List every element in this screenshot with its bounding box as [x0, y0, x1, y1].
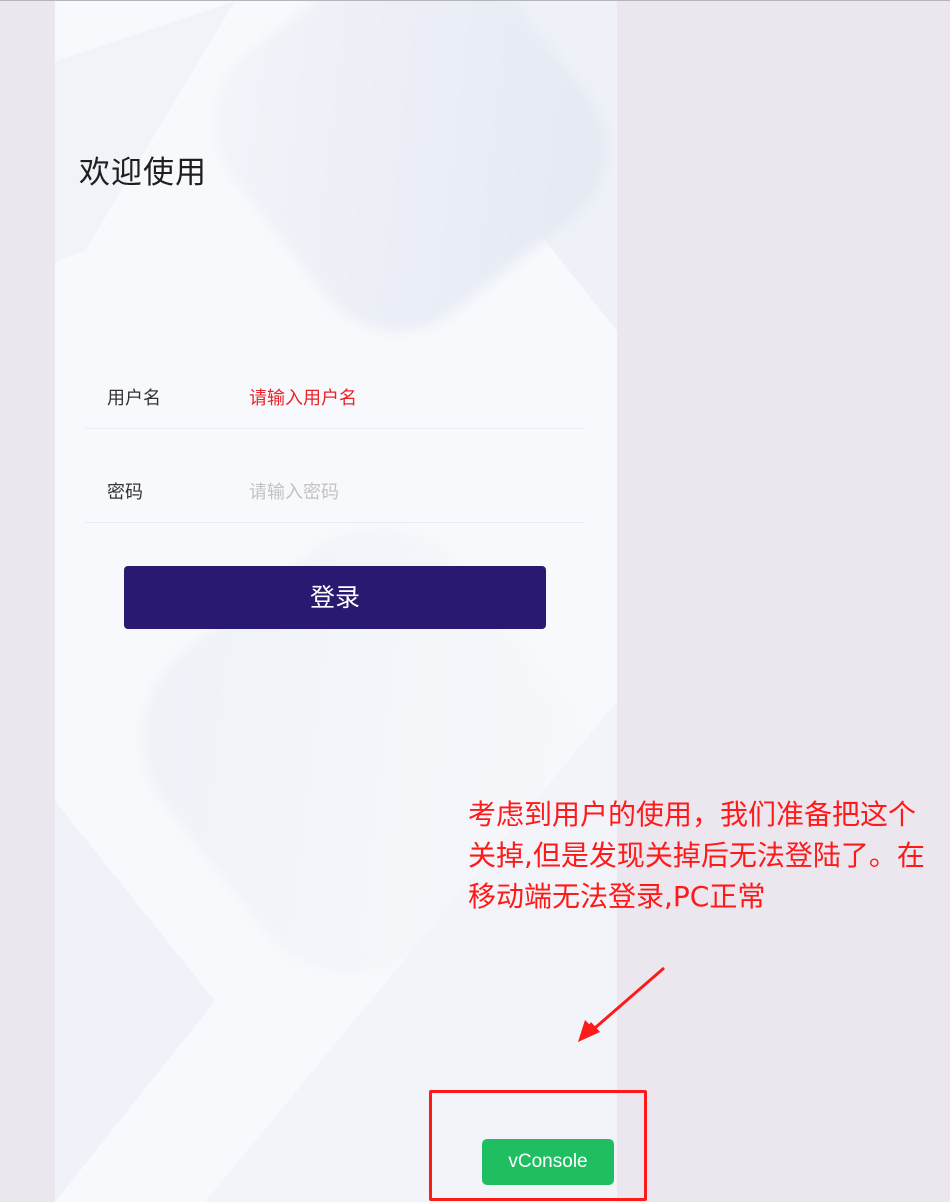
- page-title: 欢迎使用: [79, 155, 207, 191]
- annotation-arrow-icon: [578, 966, 665, 1042]
- vconsole-button[interactable]: vConsole: [482, 1139, 614, 1185]
- username-field[interactable]: 用户名 请输入用户名: [85, 364, 585, 429]
- password-field[interactable]: 密码 请输入密码: [85, 458, 585, 523]
- password-label: 密码: [107, 482, 143, 503]
- password-input[interactable]: 请输入密码: [249, 478, 339, 504]
- username-label: 用户名: [107, 388, 161, 409]
- username-input[interactable]: 请输入用户名: [249, 384, 357, 410]
- mobile-login-page: 欢迎使用 用户名 请输入用户名 密码 请输入密码 登录: [55, 1, 617, 1202]
- annotation-note: 考虑到用户的使用，我们准备把这个关掉,但是发现关掉后无法登陆了。在移动端无法登录…: [468, 798, 925, 913]
- login-button[interactable]: 登录: [124, 566, 546, 629]
